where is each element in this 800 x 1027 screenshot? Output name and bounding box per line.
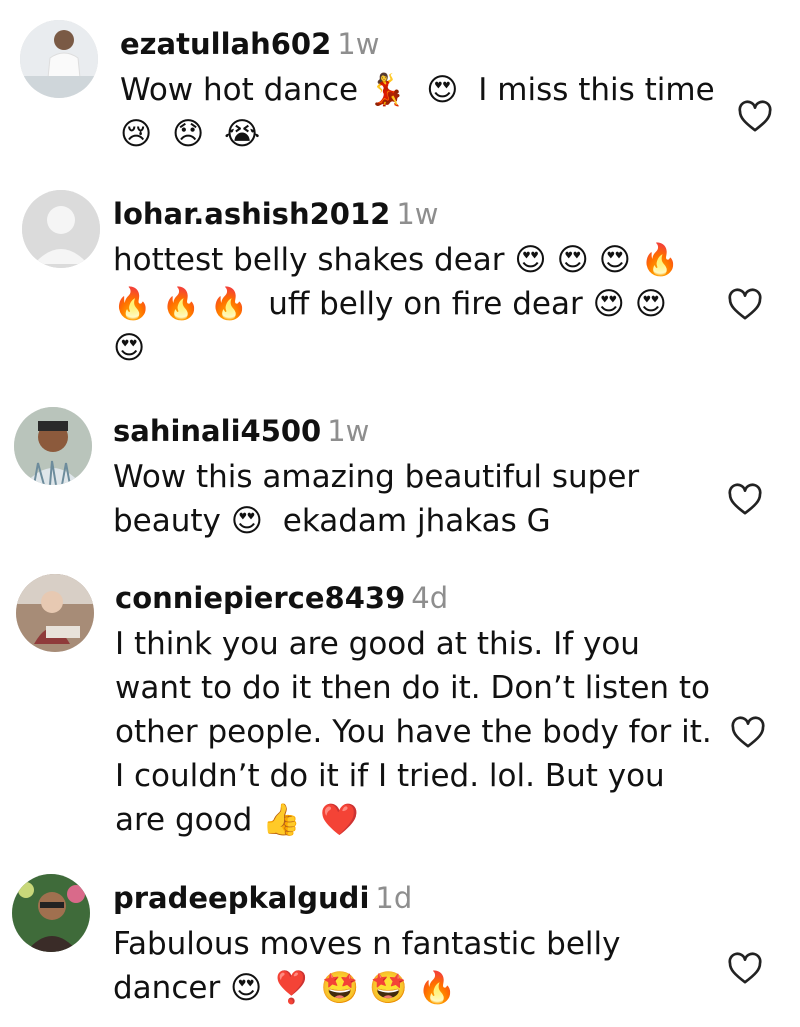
comment-item: lohar.ashish2012 1w hottest belly shakes …: [0, 188, 800, 378]
comment-username[interactable]: conniepierce8439: [115, 581, 405, 615]
comment-timestamp: 1w: [396, 197, 439, 231]
like-heart-icon[interactable]: [725, 948, 765, 988]
like-heart-icon[interactable]: [725, 479, 765, 519]
comment-text-line: Fabulous moves n fantastic belly: [113, 926, 621, 962]
comment-text-line: 😢 😞 😭: [120, 116, 261, 152]
comment-text-line: are good 👍 ❤️: [115, 802, 360, 838]
comment-text-line: I couldn’t do it if I tried. lol. But yo…: [115, 758, 665, 794]
comment-text-line: other people. You have the body for it.: [115, 714, 712, 750]
comment-username[interactable]: lohar.ashish2012: [113, 197, 390, 231]
comment-text-line: Wow hot dance 💃 😍 I miss this time: [120, 72, 715, 108]
user-avatar[interactable]: [12, 874, 90, 952]
user-avatar[interactable]: [20, 20, 98, 98]
comment-username[interactable]: sahinali4500: [113, 414, 321, 448]
like-heart-icon[interactable]: [728, 712, 768, 752]
comment-text-line: I think you are good at this. If you: [115, 626, 640, 662]
comment-text-line: 🔥 🔥 🔥 uff belly on fire dear 😍 😍: [113, 286, 668, 322]
comment-text-line: Wow this amazing beautiful super: [113, 459, 640, 495]
comment-timestamp: 1d: [375, 881, 413, 915]
comment-text-line: 😍: [113, 330, 146, 366]
comment-timestamp: 1w: [337, 27, 380, 61]
comment-timestamp: 4d: [411, 581, 449, 615]
comment-item: pradeepkalgudi 1d Fabulous moves n fantas…: [0, 872, 800, 1022]
user-avatar[interactable]: [22, 190, 100, 268]
like-heart-icon[interactable]: [725, 284, 765, 324]
comment-timestamp: 1w: [327, 414, 370, 448]
comment-username[interactable]: pradeepkalgudi: [113, 881, 369, 915]
user-avatar[interactable]: [14, 407, 92, 485]
comment-item: ezatullah602 1w Wow hot dance 💃 😍 I miss …: [0, 18, 800, 168]
comment-item: sahinali4500 1w Wow this amazing beautifu…: [0, 405, 800, 555]
comment-item: conniepierce8439 4d I think you are good …: [0, 572, 800, 852]
comment-text-line: beauty 😍 ekadam jhakas G: [113, 503, 551, 539]
comment-text-line: hottest belly shakes dear 😍 😍 😍 🔥: [113, 242, 680, 278]
comment-text-line: want to do it then do it. Don’t listen t…: [115, 670, 711, 706]
comment-text-line: dancer 😍 ❣️ 🤩 🤩 🔥: [113, 970, 457, 1006]
user-avatar[interactable]: [16, 574, 94, 652]
comment-username[interactable]: ezatullah602: [120, 27, 331, 61]
like-heart-icon[interactable]: [735, 96, 775, 136]
